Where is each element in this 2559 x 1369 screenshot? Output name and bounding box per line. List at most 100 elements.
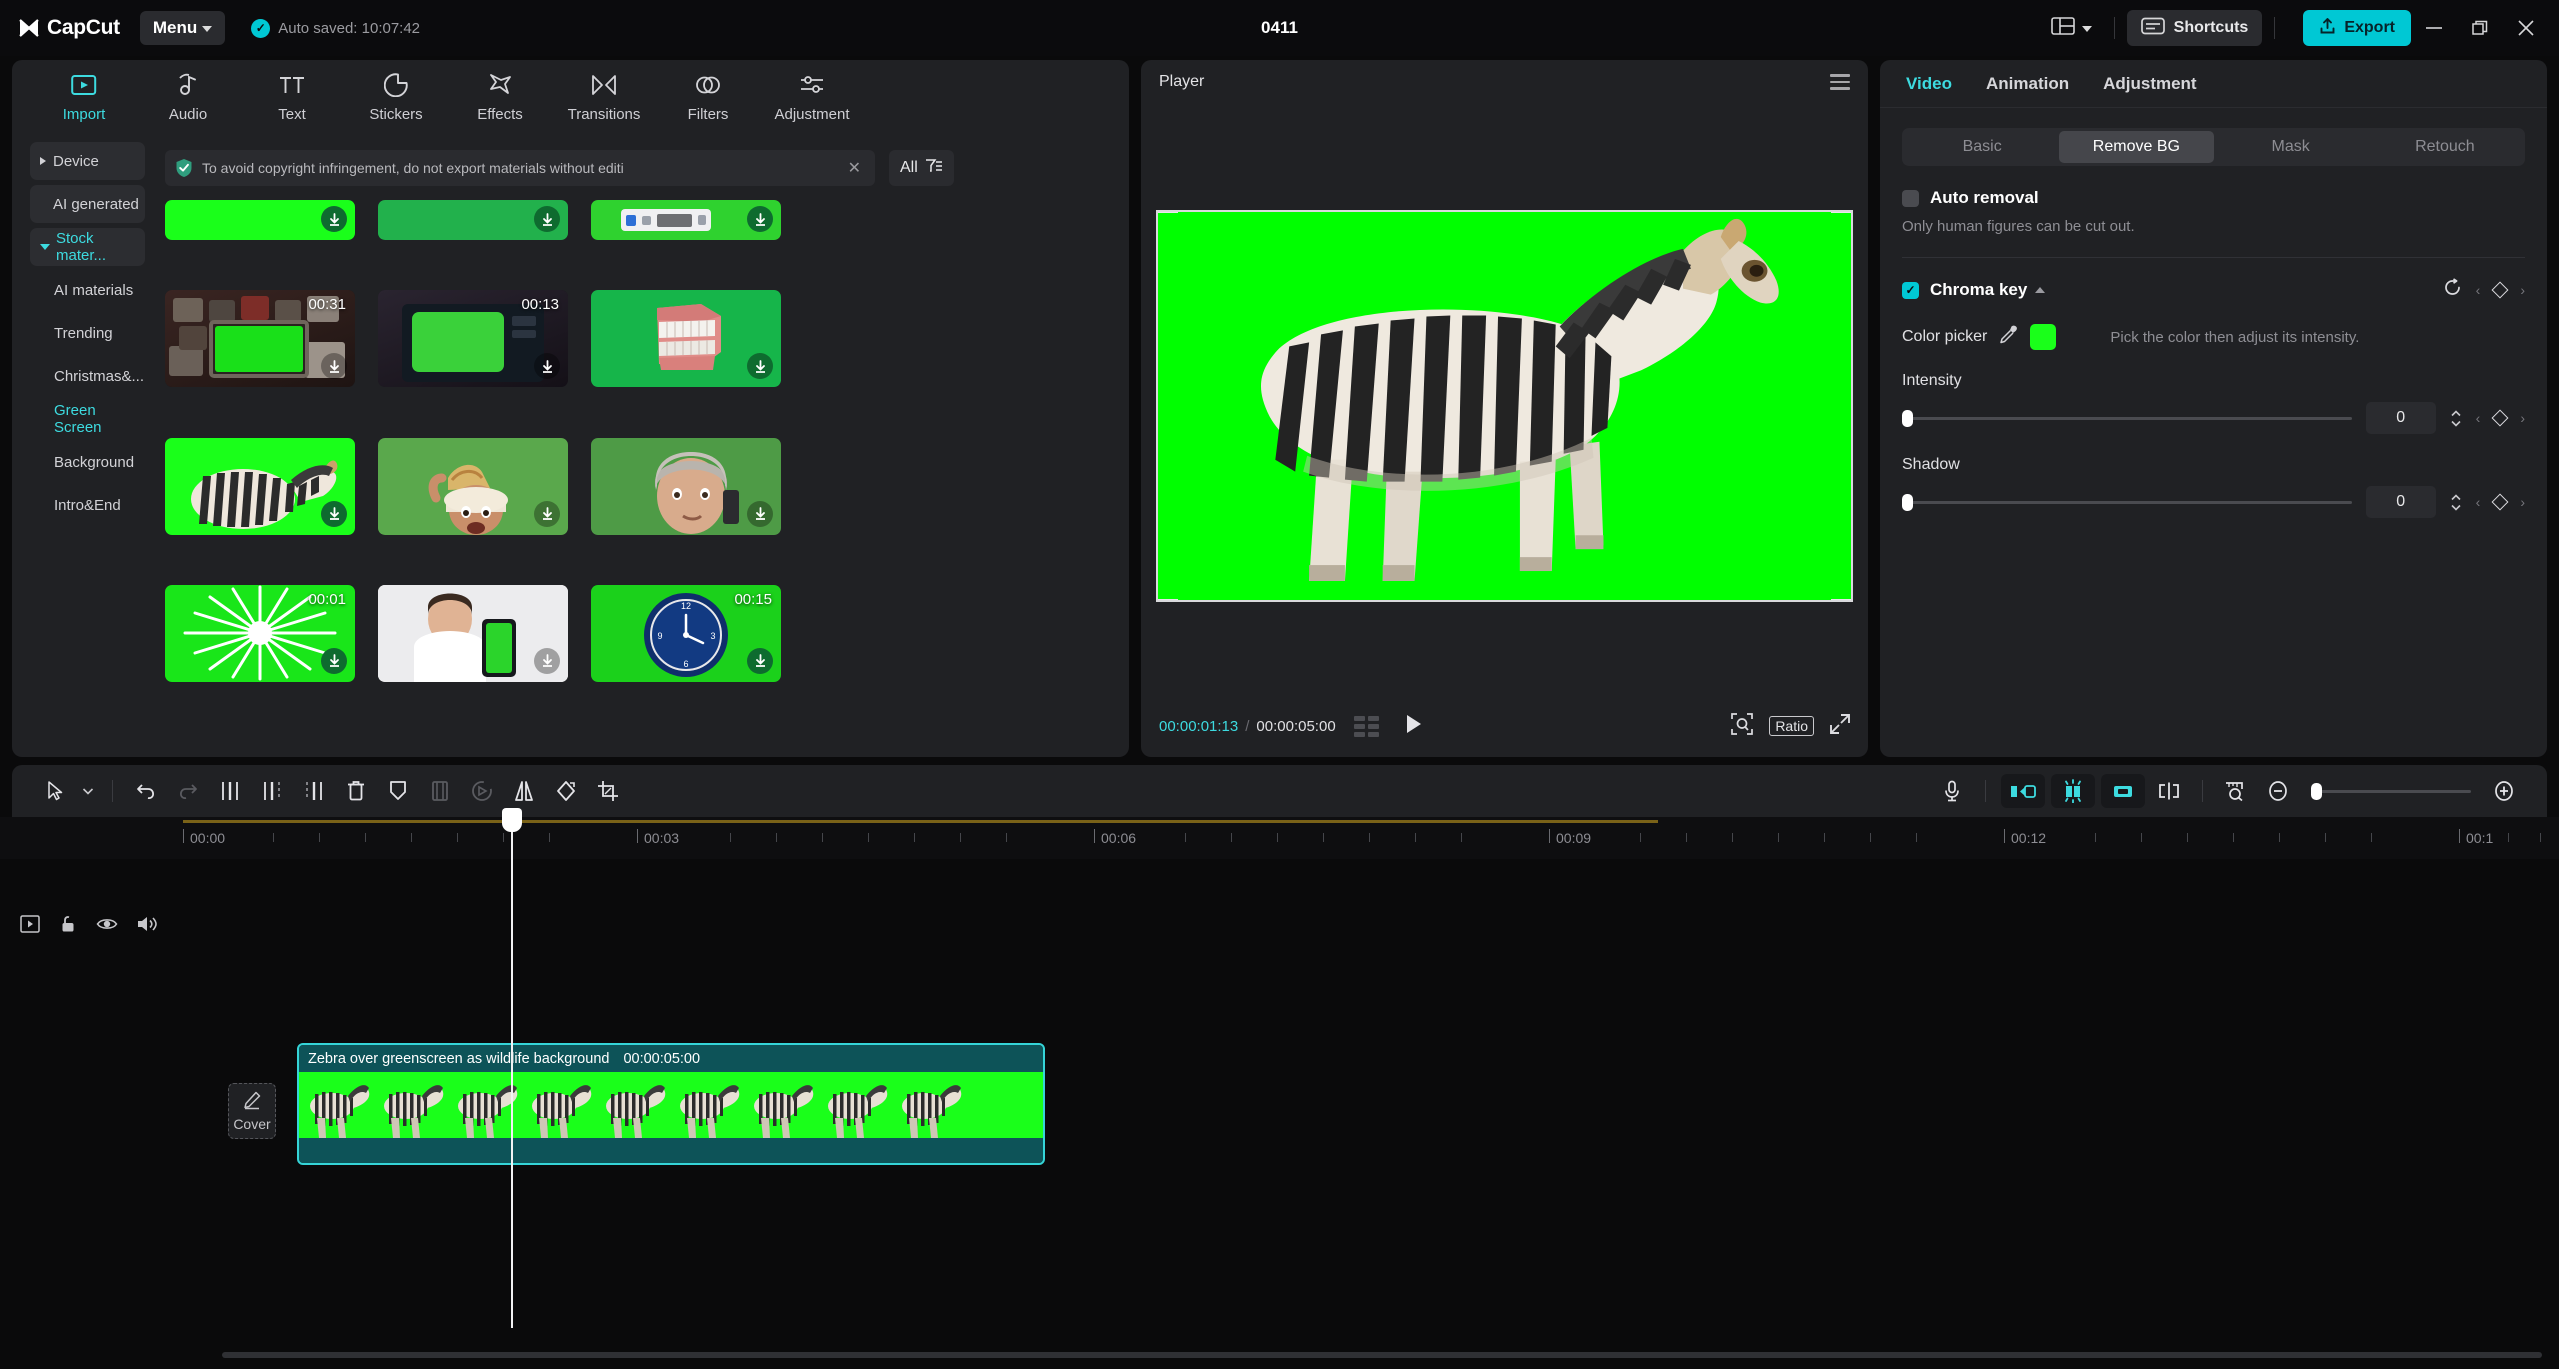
crop-handle-tr[interactable]: [1831, 212, 1851, 213]
zoom-fit-icon[interactable]: [2215, 772, 2257, 810]
shadow-value[interactable]: 0: [2365, 486, 2436, 518]
sidebar-item-ai-generated[interactable]: AI generated: [30, 185, 145, 223]
timeline-clip-zebra[interactable]: Zebra over greenscreen as wildlife backg…: [297, 1043, 1045, 1165]
video-preview[interactable]: [1156, 210, 1853, 602]
rotate-icon[interactable]: [545, 772, 587, 810]
media-item-doctor-phone[interactable]: [378, 584, 568, 682]
auto-removal-checkbox[interactable]: [1902, 189, 1919, 207]
snap-icon[interactable]: [2148, 772, 2190, 810]
sidebar-item-stock-materials[interactable]: Stock mater...: [30, 228, 145, 266]
reverse-icon[interactable]: [461, 772, 503, 810]
eyedropper-icon[interactable]: [1999, 325, 2018, 349]
mirror-icon[interactable]: [503, 772, 545, 810]
menu-button[interactable]: Menu: [139, 11, 226, 45]
tab-audio[interactable]: Audio: [136, 60, 240, 123]
grid-icon[interactable]: [1353, 715, 1379, 737]
zoom-in-icon[interactable]: [2483, 772, 2525, 810]
media-item-zebra-greenscreen[interactable]: [165, 437, 355, 535]
close-icon[interactable]: ✕: [844, 158, 865, 178]
download-icon[interactable]: [534, 206, 560, 232]
subtab-mask[interactable]: Mask: [2214, 131, 2368, 163]
sidebar-item-trending[interactable]: Trending: [30, 314, 145, 352]
download-icon[interactable]: [534, 500, 560, 527]
speaker-icon[interactable]: [136, 914, 158, 939]
ratio-button[interactable]: Ratio: [1769, 716, 1814, 736]
intensity-stepper[interactable]: [2450, 409, 2462, 427]
zoom-out-icon[interactable]: [2257, 772, 2299, 810]
download-icon[interactable]: [321, 647, 347, 674]
subtab-remove-bg[interactable]: Remove BG: [2059, 131, 2214, 163]
tab-adjustment[interactable]: Adjustment: [760, 60, 864, 123]
tab-video[interactable]: Video: [1906, 74, 1952, 94]
auto-fill-left-icon[interactable]: [2001, 774, 2045, 808]
download-icon[interactable]: [321, 206, 347, 232]
sidebar-item-christmas[interactable]: Christmas&...: [30, 357, 145, 395]
marker-icon[interactable]: [377, 772, 419, 810]
select-arrow-icon[interactable]: [34, 772, 76, 810]
intensity-slider-track[interactable]: [1902, 409, 2352, 427]
minimize-icon[interactable]: [2411, 0, 2457, 56]
crop-icon[interactable]: [587, 772, 629, 810]
tab-import[interactable]: Import: [32, 60, 136, 123]
subtab-basic[interactable]: Basic: [1905, 131, 2059, 163]
crop-handle-bl[interactable]: [1158, 599, 1178, 600]
microphone-icon[interactable]: [1931, 772, 1973, 810]
sidebar-item-background[interactable]: Background: [30, 443, 145, 481]
chevron-up-icon[interactable]: [2035, 287, 2046, 293]
media-item-chattering-teeth[interactable]: [591, 290, 781, 388]
close-icon[interactable]: [2503, 0, 2549, 56]
shadow-slider-track[interactable]: [1902, 493, 2352, 511]
media-item-retro-tv-single[interactable]: 00:13: [378, 290, 568, 388]
media-item-clock-countdown[interactable]: 12 3 6 9 00:15: [591, 584, 781, 682]
tab-transitions[interactable]: Transitions: [552, 60, 656, 123]
tab-effects[interactable]: Effects: [448, 60, 552, 123]
cover-button[interactable]: Cover: [228, 1083, 276, 1139]
filter-all-button[interactable]: All: [889, 150, 954, 186]
tab-animation[interactable]: Animation: [1986, 74, 2069, 94]
download-icon[interactable]: [534, 647, 560, 674]
redo-icon[interactable]: [167, 772, 209, 810]
keyframe-next-icon[interactable]: ›: [2520, 282, 2525, 298]
play-icon[interactable]: [1405, 714, 1422, 739]
shadow-slider-knob[interactable]: [1902, 493, 1913, 511]
download-icon[interactable]: [747, 206, 773, 232]
timeline-horizontal-scrollbar[interactable]: [222, 1352, 2542, 1358]
chroma-key-checkbox[interactable]: ✓: [1902, 281, 1919, 299]
auto-fill-right-icon[interactable]: [2101, 774, 2145, 808]
split-icon[interactable]: [209, 772, 251, 810]
sidebar-item-device[interactable]: Device: [30, 142, 145, 180]
trim-right-icon[interactable]: [293, 772, 335, 810]
download-icon[interactable]: [321, 500, 347, 527]
trim-left-icon[interactable]: [251, 772, 293, 810]
eye-icon[interactable]: [96, 915, 118, 938]
chroma-color-swatch[interactable]: [2030, 324, 2057, 350]
chevron-down-icon[interactable]: [76, 772, 100, 810]
media-item-retro-tv-wall[interactable]: 00:31: [165, 290, 355, 388]
keyframe-prev-icon[interactable]: ‹: [2476, 282, 2481, 298]
tab-adjustment[interactable]: Adjustment: [2103, 74, 2197, 94]
crop-handle-br[interactable]: [1831, 599, 1851, 600]
tab-filters[interactable]: Filters: [656, 60, 760, 123]
playhead-handle[interactable]: [502, 808, 522, 832]
shortcuts-button[interactable]: Shortcuts: [2126, 10, 2263, 46]
zoom-slider-knob[interactable]: [2311, 782, 2322, 800]
subtab-retouch[interactable]: Retouch: [2368, 131, 2522, 163]
shadow-stepper[interactable]: [2450, 493, 2462, 511]
media-item-green-screen-bar-1[interactable]: [165, 200, 355, 240]
intensity-value[interactable]: 0: [2365, 402, 2436, 434]
diamond-keyframe-icon[interactable]: [2491, 493, 2509, 511]
diamond-keyframe-icon[interactable]: [2491, 281, 2509, 299]
crop-handle-tl[interactable]: [1158, 212, 1178, 213]
media-item-green-screen-subscribe[interactable]: [591, 200, 781, 240]
download-icon[interactable]: [747, 500, 773, 527]
export-button[interactable]: Export: [2303, 10, 2411, 46]
playhead[interactable]: [502, 808, 522, 1328]
zoom-slider-track[interactable]: [2311, 782, 2471, 800]
restore-icon[interactable]: [2457, 0, 2503, 56]
hamburger-icon[interactable]: [1830, 74, 1850, 90]
lock-icon[interactable]: [58, 914, 78, 939]
auto-sync-icon[interactable]: [2051, 774, 2095, 808]
reset-icon[interactable]: [2443, 278, 2462, 302]
track-icon[interactable]: [20, 915, 40, 938]
keyframe-next-icon[interactable]: ›: [2520, 410, 2525, 426]
